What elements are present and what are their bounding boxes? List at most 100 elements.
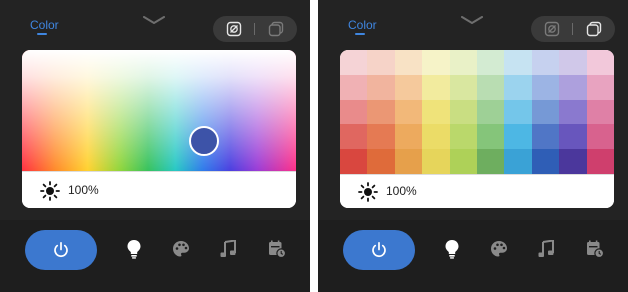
color-swatch[interactable] bbox=[559, 99, 587, 125]
color-swatch[interactable] bbox=[422, 149, 450, 174]
nav-music-button[interactable] bbox=[218, 239, 238, 259]
color-swatch[interactable] bbox=[422, 50, 450, 75]
color-swatch[interactable] bbox=[449, 99, 477, 125]
brightness-row[interactable]: 100% bbox=[340, 174, 614, 208]
color-swatch[interactable] bbox=[531, 50, 560, 75]
color-swatch[interactable] bbox=[367, 149, 395, 174]
color-swatch[interactable] bbox=[504, 50, 532, 75]
color-swatch[interactable] bbox=[394, 50, 423, 75]
nav-schedule-button[interactable] bbox=[585, 239, 605, 259]
bottom-nav-bar bbox=[318, 220, 628, 292]
spectrum-saturation-layer bbox=[22, 50, 296, 171]
color-swatch[interactable] bbox=[476, 124, 505, 150]
power-icon bbox=[372, 241, 386, 258]
color-tab-indicator bbox=[37, 33, 47, 35]
sun-icon bbox=[358, 182, 378, 202]
color-swatch[interactable] bbox=[476, 149, 505, 174]
swatch-view-button[interactable] bbox=[265, 19, 287, 39]
swatch-view-button[interactable] bbox=[583, 19, 605, 39]
color-swatch[interactable] bbox=[476, 74, 505, 100]
color-swatch[interactable] bbox=[531, 99, 560, 125]
color-swatch[interactable] bbox=[586, 99, 614, 125]
music-icon bbox=[220, 240, 236, 257]
color-swatch[interactable] bbox=[340, 50, 368, 75]
color-swatch[interactable] bbox=[367, 74, 395, 100]
color-swatch[interactable] bbox=[449, 74, 477, 100]
toggle-divider bbox=[254, 23, 255, 35]
color-swatch[interactable] bbox=[559, 74, 587, 100]
music-icon bbox=[538, 240, 554, 257]
schedule-icon bbox=[587, 240, 604, 258]
spectrum-view-icon bbox=[226, 21, 242, 37]
color-swatch[interactable] bbox=[394, 99, 423, 125]
palette-icon bbox=[173, 241, 189, 257]
palette-icon bbox=[491, 241, 507, 257]
sun-icon bbox=[40, 181, 60, 201]
color-swatch[interactable] bbox=[559, 149, 587, 174]
color-swatch[interactable] bbox=[531, 149, 560, 174]
color-swatch[interactable] bbox=[559, 124, 587, 150]
color-swatch[interactable] bbox=[504, 74, 532, 100]
color-swatch[interactable] bbox=[504, 149, 532, 174]
color-swatch[interactable] bbox=[367, 124, 395, 150]
power-button[interactable] bbox=[25, 230, 97, 270]
color-swatch[interactable] bbox=[559, 50, 587, 75]
color-swatch[interactable] bbox=[394, 149, 423, 174]
nav-scene-button[interactable] bbox=[442, 239, 462, 259]
view-mode-toggle bbox=[213, 16, 297, 42]
spectrum-view-button[interactable] bbox=[223, 19, 245, 39]
color-picker-handle[interactable] bbox=[189, 126, 219, 156]
color-swatch[interactable] bbox=[340, 149, 368, 174]
nav-schedule-button[interactable] bbox=[267, 239, 287, 259]
color-swatch[interactable] bbox=[422, 74, 450, 100]
color-swatch[interactable] bbox=[476, 50, 505, 75]
color-swatch[interactable] bbox=[422, 124, 450, 150]
bulb-icon bbox=[127, 240, 141, 259]
color-swatch[interactable] bbox=[394, 74, 423, 100]
color-swatch[interactable] bbox=[422, 99, 450, 125]
color-swatch[interactable] bbox=[586, 74, 614, 100]
color-swatch[interactable] bbox=[504, 99, 532, 125]
color-swatch[interactable] bbox=[504, 124, 532, 150]
chevron-down-icon[interactable] bbox=[143, 16, 165, 24]
color-tab[interactable]: Color bbox=[348, 18, 377, 32]
right-color-panel: Color 100% bbox=[318, 0, 628, 292]
schedule-icon bbox=[269, 240, 286, 258]
brightness-value: 100% bbox=[386, 184, 417, 198]
color-swatch[interactable] bbox=[586, 124, 614, 150]
color-swatch[interactable] bbox=[367, 50, 395, 75]
color-swatch[interactable] bbox=[476, 99, 505, 125]
left-color-panel: Color 100% bbox=[0, 0, 310, 292]
color-tab[interactable]: Color bbox=[30, 18, 59, 32]
color-swatch[interactable] bbox=[449, 124, 477, 150]
color-swatch[interactable] bbox=[340, 74, 368, 100]
swatch-card: 100% bbox=[340, 50, 614, 208]
brightness-value: 100% bbox=[68, 183, 99, 197]
color-swatch[interactable] bbox=[340, 124, 368, 150]
color-swatch[interactable] bbox=[449, 50, 477, 75]
color-swatch[interactable] bbox=[531, 124, 560, 150]
power-button[interactable] bbox=[343, 230, 415, 270]
panel-header: Color bbox=[318, 0, 628, 42]
bulb-icon bbox=[445, 240, 459, 259]
brightness-row[interactable]: 100% bbox=[22, 171, 296, 208]
panel-header: Color bbox=[0, 0, 310, 42]
nav-music-button[interactable] bbox=[536, 239, 556, 259]
color-swatch[interactable] bbox=[367, 99, 395, 125]
color-swatch-grid bbox=[340, 50, 614, 174]
color-tab-indicator bbox=[355, 33, 365, 35]
color-swatch[interactable] bbox=[531, 74, 560, 100]
spectrum-view-button[interactable] bbox=[541, 19, 563, 39]
color-swatch[interactable] bbox=[340, 99, 368, 125]
chevron-down-icon[interactable] bbox=[461, 16, 483, 24]
color-spectrum[interactable] bbox=[22, 50, 296, 171]
color-swatch[interactable] bbox=[586, 50, 614, 75]
color-swatch[interactable] bbox=[394, 124, 423, 150]
color-swatch[interactable] bbox=[449, 149, 477, 174]
nav-scene-button[interactable] bbox=[124, 239, 144, 259]
nav-color-button[interactable] bbox=[489, 239, 509, 259]
color-swatch[interactable] bbox=[586, 149, 614, 174]
color-picker-card: 100% bbox=[22, 50, 296, 208]
nav-color-button[interactable] bbox=[171, 239, 191, 259]
power-icon bbox=[54, 241, 68, 258]
